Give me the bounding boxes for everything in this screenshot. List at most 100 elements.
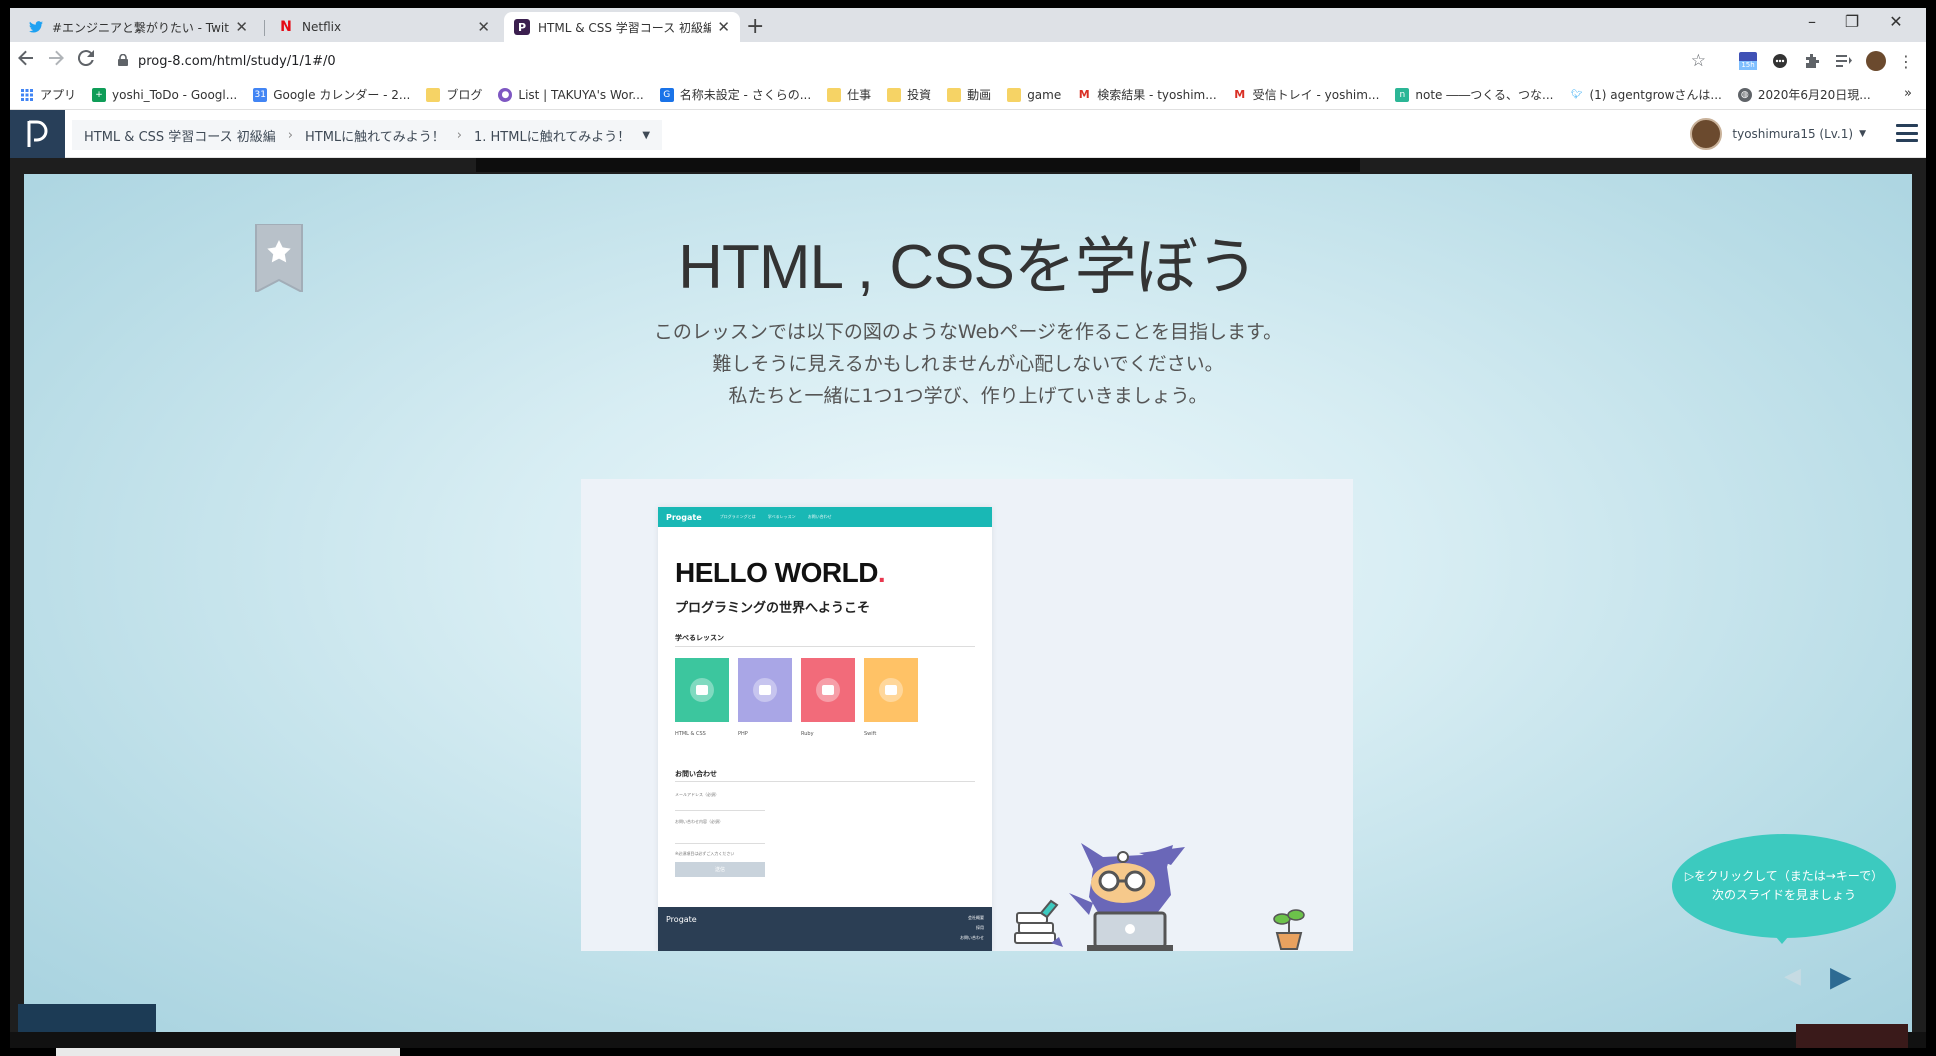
address-bar[interactable]: prog-8.com/html/study/1/1#/0 ☆ bbox=[118, 47, 1718, 75]
demo-brand: Progate bbox=[666, 512, 702, 522]
demo-submit-button: 送信 bbox=[675, 862, 765, 877]
tab-progate[interactable]: P HTML & CSS 学習コース 初級編 | プロゲート ✕ bbox=[504, 12, 740, 42]
close-icon[interactable]: ✕ bbox=[717, 18, 730, 36]
calendar-extension-icon[interactable]: 15h bbox=[1738, 51, 1758, 71]
reload-icon[interactable] bbox=[77, 50, 94, 71]
bookmark-sakura[interactable]: G 名称未設定 - さくらの... bbox=[659, 86, 812, 103]
minimize-button[interactable]: – bbox=[1792, 12, 1832, 31]
hamburger-menu-icon[interactable] bbox=[1896, 124, 1918, 142]
slide-title: HTML , CSSを学ぼう bbox=[678, 233, 1259, 302]
tab-title: Netflix bbox=[302, 20, 342, 34]
folder-icon bbox=[426, 87, 441, 102]
bookmark-folder-blog[interactable]: ブログ bbox=[426, 86, 482, 103]
puzzle-extensions-icon[interactable] bbox=[1802, 51, 1822, 71]
tab-netflix[interactable]: N Netflix ✕ bbox=[268, 12, 500, 42]
avatar[interactable] bbox=[1690, 118, 1723, 150]
bookmark-label: note ――つくる、つな... bbox=[1415, 88, 1554, 102]
bookmark-folder-game[interactable]: game bbox=[1007, 87, 1061, 102]
demo-lessons-heading: 学べるレッスン bbox=[675, 634, 724, 642]
close-window-button[interactable]: ✕ bbox=[1876, 12, 1916, 31]
profile-avatar[interactable] bbox=[1866, 51, 1886, 71]
url-text[interactable]: prog-8.com/html/study/1/1#/0 bbox=[138, 54, 336, 69]
extension-badge: 15h bbox=[1739, 61, 1757, 70]
demo-lesson-label: Swift bbox=[864, 731, 877, 737]
bookmark-gmail-search[interactable]: M 検索結果 - tyoshim... bbox=[1077, 86, 1217, 103]
next-slide-arrow-icon[interactable]: ▶ bbox=[1830, 960, 1852, 993]
bookmark-label: 2020年6月20日現... bbox=[1757, 88, 1871, 102]
sakura-icon: G bbox=[659, 87, 674, 102]
description-line: 難しそうに見えるかもしれませんが心配しないでください。 bbox=[712, 353, 1224, 375]
demo-footer-link: 採用 bbox=[976, 925, 984, 930]
sheets-icon: + bbox=[92, 87, 107, 102]
demo-footer: Progate 会社概要 採用 お問い合わせ bbox=[658, 907, 992, 951]
prev-slide-arrow-icon[interactable]: ◀ bbox=[1784, 964, 1801, 989]
tab-title: #エンジニアと繋がりたい - Twitter検索 bbox=[52, 20, 229, 35]
bookmark-label: 名称未設定 - さくらの... bbox=[679, 88, 812, 102]
folder-icon bbox=[947, 87, 962, 102]
apps-grid-icon bbox=[20, 88, 34, 102]
slide-description: このレッスンでは以下の図のようなWebページを作ることを目指します。 難しそうに… bbox=[24, 316, 1912, 412]
demo-lesson-label: HTML & CSS bbox=[675, 731, 706, 737]
bookmarks-overflow-button[interactable]: » bbox=[1904, 86, 1912, 101]
netflix-icon: N bbox=[280, 19, 292, 35]
bookmark-agentgrow[interactable]: 🐦︎ (1) agentgrowさんは... bbox=[1569, 86, 1722, 103]
demo-form-label: お問い合わせ内容（必須） bbox=[675, 819, 723, 824]
bottom-strip bbox=[10, 1032, 1926, 1048]
bookmark-note[interactable]: n note ――つくる、つな... bbox=[1395, 86, 1553, 103]
hint-line: 次のスライドを見ましょう bbox=[1711, 888, 1856, 902]
user-menu[interactable]: tyoshimura15 (Lv.1) ▼ bbox=[1690, 118, 1866, 150]
bookmark-label: ブログ bbox=[446, 88, 483, 102]
bookmark-star-icon[interactable]: ☆ bbox=[1691, 51, 1706, 71]
bookmark-calendar[interactable]: 31 Google カレンダー - 2... bbox=[253, 86, 410, 103]
bookmark-label: (1) agentgrowさんは... bbox=[1589, 88, 1722, 102]
breadcrumb-chapter[interactable]: HTMLに触れてみよう！ bbox=[305, 126, 445, 145]
gmail-icon: M bbox=[1234, 88, 1246, 101]
demo-lesson-card bbox=[801, 658, 855, 722]
demo-lesson-card bbox=[675, 658, 729, 722]
bookmarks-bar: アプリ + yoshi_ToDo - Googl... 31 Google カレ… bbox=[10, 80, 1926, 110]
bookmark-label: yoshi_ToDo - Googl... bbox=[112, 87, 238, 102]
forward-arrow-icon[interactable] bbox=[48, 50, 64, 71]
username[interactable]: tyoshimura15 (Lv.1) bbox=[1732, 127, 1853, 141]
back-arrow-icon[interactable] bbox=[18, 50, 34, 71]
demo-footer-link: お問い合わせ bbox=[960, 935, 984, 940]
chevron-right-icon: › bbox=[287, 127, 293, 143]
bookmark-folder-work[interactable]: 仕事 bbox=[827, 86, 871, 103]
hint-line: ▷をクリックして（または→キーで） bbox=[1684, 869, 1884, 883]
gmail-icon: M bbox=[1078, 88, 1090, 101]
bottom-right-panel bbox=[1796, 1024, 1908, 1048]
bookmark-folder-video[interactable]: 動画 bbox=[947, 86, 991, 103]
new-tab-button[interactable]: + bbox=[746, 14, 764, 39]
next-slide-hint: ▷をクリックして（または→キーで） 次のスライドを見ましょう bbox=[1672, 834, 1896, 938]
bottom-progress-bar bbox=[56, 1048, 400, 1056]
breadcrumb-course[interactable]: HTML & CSS 学習コース 初級編 bbox=[84, 126, 276, 145]
ninja-mascot-illustration bbox=[1069, 843, 1185, 951]
note-icon: n bbox=[1395, 87, 1410, 102]
bookmark-gmail-inbox[interactable]: M 受信トレイ - yoshim... bbox=[1233, 86, 1379, 103]
close-icon[interactable]: ✕ bbox=[235, 18, 248, 36]
bookmark-apps[interactable]: アプリ bbox=[20, 86, 76, 103]
bookmark-label: List | TAKUYA's Wor... bbox=[518, 87, 644, 102]
twitter-icon: 🐦︎ bbox=[1570, 89, 1583, 100]
browser-window: #エンジニアと繋がりたい - Twitter検索 ✕ N Netflix ✕ P… bbox=[10, 8, 1926, 158]
folder-icon bbox=[827, 87, 842, 102]
bookmark-folder-invest[interactable]: 投資 bbox=[887, 86, 931, 103]
bookmark-todo[interactable]: + yoshi_ToDo - Googl... bbox=[92, 87, 238, 102]
restore-button[interactable]: ❐ bbox=[1832, 12, 1872, 31]
bookmark-2020[interactable]: ◍ 2020年6月20日現... bbox=[1737, 86, 1871, 103]
lock-icon[interactable] bbox=[118, 53, 128, 69]
folder-icon bbox=[1007, 87, 1022, 102]
demo-lesson-label: Ruby bbox=[801, 731, 814, 737]
tab-twitter[interactable]: #エンジニアと繋がりたい - Twitter検索 ✕ bbox=[18, 12, 258, 42]
progate-logo-icon[interactable] bbox=[10, 110, 65, 158]
media-queue-icon[interactable] bbox=[1834, 51, 1854, 71]
kebab-menu-icon[interactable]: ⋮ bbox=[1896, 51, 1916, 71]
demo-image: Progate プログラミングとは 学べるレッスン お問い合わせ HELLO W… bbox=[581, 479, 1353, 951]
tab-separator bbox=[264, 20, 265, 36]
chat-extension-icon[interactable] bbox=[1770, 51, 1790, 71]
close-icon[interactable]: ✕ bbox=[477, 18, 490, 36]
caret-down-icon[interactable]: ▼ bbox=[642, 130, 650, 141]
caret-down-icon[interactable]: ▼ bbox=[1859, 129, 1866, 139]
bookmark-takuya[interactable]: ● List | TAKUYA's Wor... bbox=[498, 87, 644, 102]
breadcrumb-slide[interactable]: 1. HTMLに触れてみよう！ bbox=[474, 126, 630, 145]
